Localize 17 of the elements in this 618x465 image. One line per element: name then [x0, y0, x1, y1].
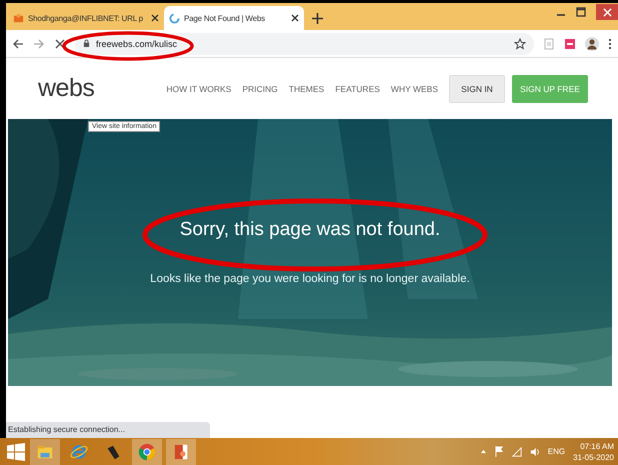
browser-tab[interactable]: Shodhganga@INFLIBNET: URL p: [8, 6, 164, 30]
language-indicator[interactable]: ENG: [548, 447, 566, 456]
site-logo[interactable]: webs: [38, 74, 94, 103]
nav-link[interactable]: THEMES: [288, 84, 324, 94]
nav-link[interactable]: PRICING: [242, 84, 278, 94]
browser-tab[interactable]: Page Not Found | Webs: [164, 6, 304, 30]
sign-in-button[interactable]: SIGN IN: [449, 74, 505, 102]
page-message: Looks like the page you were looking for is no longer available.: [150, 272, 470, 284]
status-bubble: Establishing secure connection...: [6, 422, 210, 438]
nav-link[interactable]: FEATURES: [335, 84, 380, 94]
address-bar[interactable]: freewebs.com/kulisc: [75, 32, 534, 54]
nav-link[interactable]: WHY WEBS: [390, 84, 438, 94]
page-heading: Sorry, this page was not found.: [180, 218, 440, 240]
clock-time[interactable]: 07:16 AM: [580, 440, 614, 452]
clock-date[interactable]: 31-05-2020: [573, 452, 614, 462]
nav-link[interactable]: HOW IT WORKS: [166, 84, 232, 94]
url-text: freewebs.com/kulisc: [96, 38, 178, 48]
